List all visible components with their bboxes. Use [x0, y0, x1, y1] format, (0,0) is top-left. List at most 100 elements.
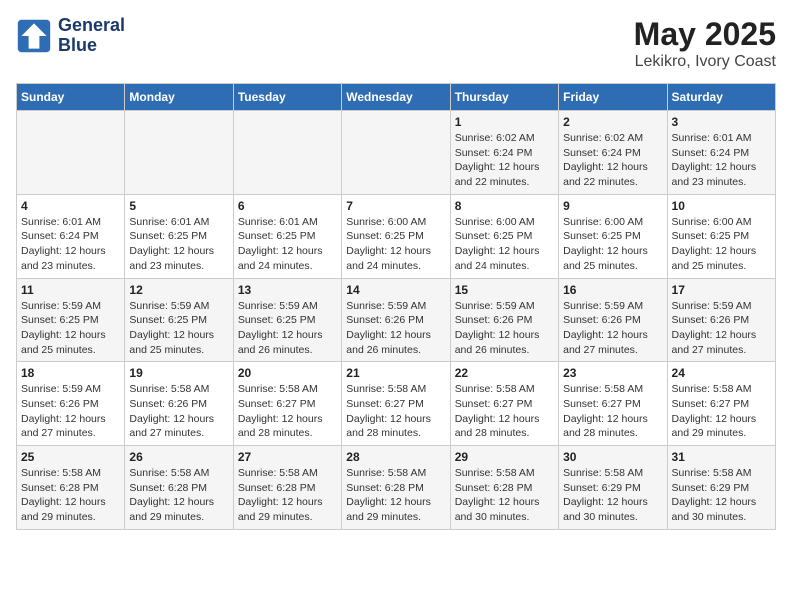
calendar-cell: 9 Sunrise: 6:00 AM Sunset: 6:25 PM Daylig…	[559, 194, 667, 278]
calendar-week-row: 11 Sunrise: 5:59 AM Sunset: 6:25 PM Dayli…	[17, 278, 776, 362]
calendar-cell	[125, 111, 233, 195]
day-info: Sunrise: 5:58 AM Sunset: 6:28 PM Dayligh…	[238, 466, 337, 525]
weekday-header: Friday	[559, 84, 667, 111]
day-info: Sunrise: 6:01 AM Sunset: 6:25 PM Dayligh…	[129, 215, 228, 274]
calendar-cell: 23 Sunrise: 5:58 AM Sunset: 6:27 PM Dayli…	[559, 362, 667, 446]
day-number: 3	[672, 115, 771, 129]
logo-icon	[16, 18, 52, 54]
day-number: 8	[455, 199, 554, 213]
calendar-cell: 20 Sunrise: 5:58 AM Sunset: 6:27 PM Dayli…	[233, 362, 341, 446]
weekday-header: Saturday	[667, 84, 775, 111]
day-info: Sunrise: 5:59 AM Sunset: 6:26 PM Dayligh…	[455, 299, 554, 358]
day-number: 10	[672, 199, 771, 213]
day-info: Sunrise: 6:00 AM Sunset: 6:25 PM Dayligh…	[672, 215, 771, 274]
weekday-header: Thursday	[450, 84, 558, 111]
weekday-row: SundayMondayTuesdayWednesdayThursdayFrid…	[17, 84, 776, 111]
day-info: Sunrise: 5:58 AM Sunset: 6:27 PM Dayligh…	[346, 382, 445, 441]
day-info: Sunrise: 5:59 AM Sunset: 6:26 PM Dayligh…	[563, 299, 662, 358]
calendar-cell: 27 Sunrise: 5:58 AM Sunset: 6:28 PM Dayli…	[233, 446, 341, 530]
day-number: 12	[129, 283, 228, 297]
day-info: Sunrise: 5:58 AM Sunset: 6:29 PM Dayligh…	[563, 466, 662, 525]
day-number: 1	[455, 115, 554, 129]
day-number: 29	[455, 450, 554, 464]
day-info: Sunrise: 6:00 AM Sunset: 6:25 PM Dayligh…	[455, 215, 554, 274]
calendar-cell: 21 Sunrise: 5:58 AM Sunset: 6:27 PM Dayli…	[342, 362, 450, 446]
day-number: 20	[238, 366, 337, 380]
calendar-cell: 11 Sunrise: 5:59 AM Sunset: 6:25 PM Dayli…	[17, 278, 125, 362]
day-number: 13	[238, 283, 337, 297]
day-number: 7	[346, 199, 445, 213]
weekday-header: Monday	[125, 84, 233, 111]
day-number: 6	[238, 199, 337, 213]
calendar-cell: 14Sunrise: 5:59 AM Sunset: 6:26 PM Dayli…	[342, 278, 450, 362]
calendar-cell: 12 Sunrise: 5:59 AM Sunset: 6:25 PM Dayli…	[125, 278, 233, 362]
calendar-week-row: 1 Sunrise: 6:02 AM Sunset: 6:24 PM Daylig…	[17, 111, 776, 195]
calendar-week-row: 18Sunrise: 5:59 AM Sunset: 6:26 PM Dayli…	[17, 362, 776, 446]
calendar-week-row: 25 Sunrise: 5:58 AM Sunset: 6:28 PM Dayli…	[17, 446, 776, 530]
calendar-week-row: 4 Sunrise: 6:01 AM Sunset: 6:24 PM Daylig…	[17, 194, 776, 278]
calendar-cell: 31 Sunrise: 5:58 AM Sunset: 6:29 PM Dayli…	[667, 446, 775, 530]
logo-text: General Blue	[58, 16, 125, 56]
weekday-header: Tuesday	[233, 84, 341, 111]
calendar-cell: 18Sunrise: 5:59 AM Sunset: 6:26 PM Dayli…	[17, 362, 125, 446]
day-info: Sunrise: 5:58 AM Sunset: 6:28 PM Dayligh…	[346, 466, 445, 525]
calendar-subtitle: Lekikro, Ivory Coast	[634, 53, 776, 71]
day-number: 27	[238, 450, 337, 464]
calendar-cell: 6 Sunrise: 6:01 AM Sunset: 6:25 PM Daylig…	[233, 194, 341, 278]
calendar-cell: 16 Sunrise: 5:59 AM Sunset: 6:26 PM Dayli…	[559, 278, 667, 362]
day-number: 24	[672, 366, 771, 380]
weekday-header: Sunday	[17, 84, 125, 111]
logo: General Blue	[16, 16, 125, 56]
day-number: 19	[129, 366, 228, 380]
day-number: 21	[346, 366, 445, 380]
calendar-body: 1 Sunrise: 6:02 AM Sunset: 6:24 PM Daylig…	[17, 111, 776, 530]
calendar-title: May 2025	[634, 16, 776, 53]
calendar-cell: 13Sunrise: 5:59 AM Sunset: 6:25 PM Dayli…	[233, 278, 341, 362]
day-info: Sunrise: 5:58 AM Sunset: 6:27 PM Dayligh…	[455, 382, 554, 441]
calendar-cell: 15Sunrise: 5:59 AM Sunset: 6:26 PM Dayli…	[450, 278, 558, 362]
calendar-cell	[342, 111, 450, 195]
calendar-cell: 4 Sunrise: 6:01 AM Sunset: 6:24 PM Daylig…	[17, 194, 125, 278]
day-number: 11	[21, 283, 120, 297]
day-info: Sunrise: 6:02 AM Sunset: 6:24 PM Dayligh…	[455, 131, 554, 190]
day-info: Sunrise: 5:58 AM Sunset: 6:28 PM Dayligh…	[455, 466, 554, 525]
day-number: 26	[129, 450, 228, 464]
day-info: Sunrise: 5:58 AM Sunset: 6:29 PM Dayligh…	[672, 466, 771, 525]
calendar-cell: 7 Sunrise: 6:00 AM Sunset: 6:25 PM Daylig…	[342, 194, 450, 278]
day-info: Sunrise: 5:58 AM Sunset: 6:27 PM Dayligh…	[672, 382, 771, 441]
day-info: Sunrise: 5:58 AM Sunset: 6:28 PM Dayligh…	[21, 466, 120, 525]
day-info: Sunrise: 5:58 AM Sunset: 6:27 PM Dayligh…	[563, 382, 662, 441]
day-info: Sunrise: 5:59 AM Sunset: 6:25 PM Dayligh…	[129, 299, 228, 358]
day-info: Sunrise: 6:00 AM Sunset: 6:25 PM Dayligh…	[563, 215, 662, 274]
calendar-cell	[233, 111, 341, 195]
calendar-header: SundayMondayTuesdayWednesdayThursdayFrid…	[17, 84, 776, 111]
day-number: 28	[346, 450, 445, 464]
day-info: Sunrise: 6:01 AM Sunset: 6:25 PM Dayligh…	[238, 215, 337, 274]
calendar-cell: 30 Sunrise: 5:58 AM Sunset: 6:29 PM Dayli…	[559, 446, 667, 530]
day-info: Sunrise: 5:58 AM Sunset: 6:27 PM Dayligh…	[238, 382, 337, 441]
day-number: 4	[21, 199, 120, 213]
day-number: 25	[21, 450, 120, 464]
day-number: 22	[455, 366, 554, 380]
calendar-cell: 1 Sunrise: 6:02 AM Sunset: 6:24 PM Daylig…	[450, 111, 558, 195]
day-info: Sunrise: 5:58 AM Sunset: 6:28 PM Dayligh…	[129, 466, 228, 525]
day-number: 31	[672, 450, 771, 464]
page-header: General Blue May 2025 Lekikro, Ivory Coa…	[16, 16, 776, 71]
day-info: Sunrise: 6:01 AM Sunset: 6:24 PM Dayligh…	[21, 215, 120, 274]
weekday-header: Wednesday	[342, 84, 450, 111]
title-block: May 2025 Lekikro, Ivory Coast	[634, 16, 776, 71]
calendar-table: SundayMondayTuesdayWednesdayThursdayFrid…	[16, 83, 776, 530]
calendar-cell: 24 Sunrise: 5:58 AM Sunset: 6:27 PM Dayli…	[667, 362, 775, 446]
day-number: 16	[563, 283, 662, 297]
day-info: Sunrise: 5:59 AM Sunset: 6:25 PM Dayligh…	[21, 299, 120, 358]
day-info: Sunrise: 6:00 AM Sunset: 6:25 PM Dayligh…	[346, 215, 445, 274]
day-number: 14	[346, 283, 445, 297]
calendar-cell: 10 Sunrise: 6:00 AM Sunset: 6:25 PM Dayli…	[667, 194, 775, 278]
calendar-cell: 5Sunrise: 6:01 AM Sunset: 6:25 PM Daylig…	[125, 194, 233, 278]
day-number: 23	[563, 366, 662, 380]
calendar-cell: 8 Sunrise: 6:00 AM Sunset: 6:25 PM Daylig…	[450, 194, 558, 278]
calendar-cell: 22 Sunrise: 5:58 AM Sunset: 6:27 PM Dayli…	[450, 362, 558, 446]
day-number: 30	[563, 450, 662, 464]
day-info: Sunrise: 6:02 AM Sunset: 6:24 PM Dayligh…	[563, 131, 662, 190]
day-number: 9	[563, 199, 662, 213]
